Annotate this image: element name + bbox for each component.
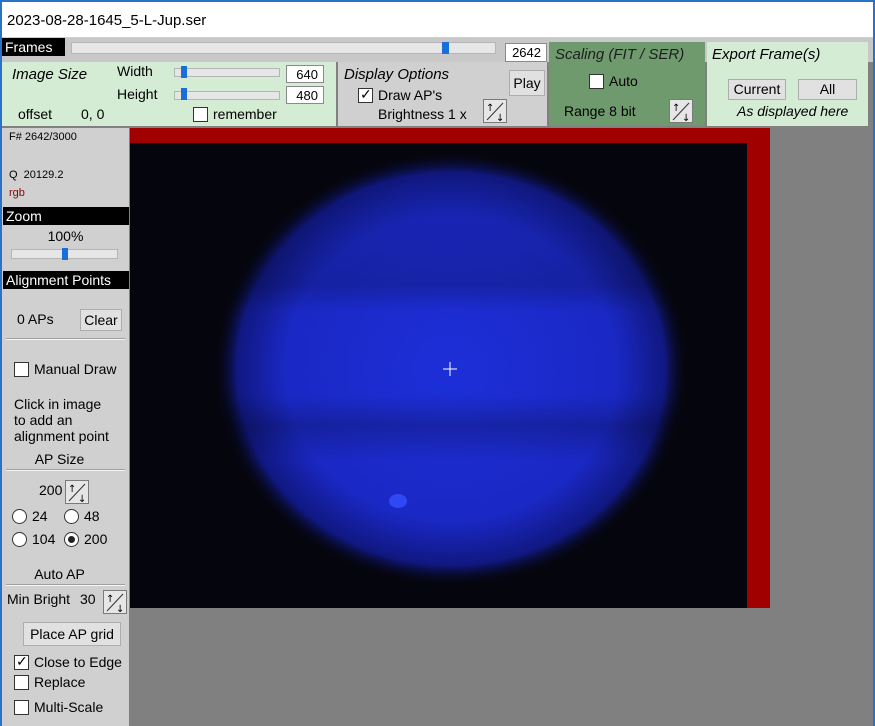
- frames-slider[interactable]: [71, 42, 496, 54]
- width-slider[interactable]: [174, 68, 280, 77]
- min-bright-value: 30: [80, 591, 96, 607]
- manual-draw-checkbox[interactable]: [14, 362, 29, 377]
- draw-aps-checkbox[interactable]: [358, 86, 373, 103]
- range-label: Range 8 bit: [564, 103, 636, 119]
- svg-text:↓: ↓: [78, 494, 86, 503]
- export-all-button[interactable]: All: [798, 79, 857, 100]
- ap-hint: Click in image to add an alignment point: [14, 396, 109, 444]
- brightness-spinner[interactable]: ↑ ↓: [483, 99, 507, 124]
- export-title: Export Frame(s): [712, 46, 821, 63]
- close-to-edge-label[interactable]: Close to Edge: [34, 654, 122, 670]
- height-slider[interactable]: [174, 91, 280, 100]
- offset-value: 0, 0: [81, 106, 105, 122]
- spin-arrows-icon: ↑↓: [672, 102, 690, 124]
- spin-arrows-icon: ↑↓: [106, 593, 124, 615]
- frame-counter: F# 2642/3000: [9, 131, 77, 143]
- remember-checkbox[interactable]: [193, 107, 208, 122]
- zoom-slider-thumb[interactable]: [61, 248, 68, 260]
- ap-size-title: AP Size: [34, 451, 85, 467]
- auto-scaling-label[interactable]: Auto: [609, 73, 638, 89]
- divider: [6, 469, 125, 471]
- frame-number-input[interactable]: 2642: [505, 43, 547, 62]
- ap-size-value: 200: [39, 482, 63, 498]
- range-spinner[interactable]: ↑ ↓: [669, 99, 693, 124]
- display-options-title: Display Options: [344, 66, 450, 83]
- export-note: As displayed here: [737, 103, 849, 119]
- svg-text:↑: ↑: [486, 103, 494, 114]
- ap-size-radio-24[interactable]: [12, 509, 27, 524]
- svg-text:↑: ↑: [672, 103, 680, 114]
- svg-text:↓: ↓: [496, 113, 504, 122]
- quality-value: Q 20129.2: [9, 169, 64, 181]
- play-button[interactable]: Play: [509, 70, 545, 96]
- draw-aps-label[interactable]: Draw AP's: [378, 87, 442, 103]
- place-ap-grid-button[interactable]: Place AP grid: [23, 622, 121, 646]
- manual-draw-label[interactable]: Manual Draw: [34, 361, 116, 377]
- height-label: Height: [117, 86, 158, 102]
- ap-size-spinner[interactable]: ↑ ↓: [65, 480, 89, 505]
- svg-text:↓: ↓: [116, 604, 124, 613]
- ap-size-radio-48[interactable]: [64, 509, 79, 524]
- width-label: Width: [117, 63, 153, 79]
- frames-label: Frames: [2, 38, 65, 56]
- svg-text:↓: ↓: [682, 113, 690, 122]
- alignment-points-title: Alignment Points: [3, 271, 129, 289]
- height-input[interactable]: 480: [286, 86, 324, 104]
- spin-arrows-icon: ↑↓: [68, 483, 86, 505]
- auto-ap-title: Auto AP: [34, 566, 85, 582]
- min-bright-spinner[interactable]: ↑ ↓: [103, 590, 127, 615]
- height-slider-thumb[interactable]: [181, 88, 187, 100]
- jupiter-image: [213, 151, 689, 587]
- ap-size-radio-200[interactable]: [64, 532, 79, 547]
- ap-count: 0 APs: [17, 311, 54, 327]
- export-current-button[interactable]: Current: [728, 79, 786, 100]
- scaling-title: Scaling (FIT / SER): [555, 46, 685, 63]
- divider: [6, 338, 125, 340]
- ap-size-option-48[interactable]: 48: [84, 508, 100, 524]
- multi-scale-checkbox[interactable]: [14, 700, 29, 715]
- ap-size-radio-104[interactable]: [12, 532, 27, 547]
- brightness-label: Brightness 1 x: [378, 106, 467, 122]
- clear-aps-button[interactable]: Clear: [80, 309, 122, 331]
- replace-label[interactable]: Replace: [34, 674, 85, 690]
- zoom-title: Zoom: [3, 207, 129, 225]
- remember-label[interactable]: remember: [213, 106, 277, 122]
- close-to-edge-checkbox[interactable]: [14, 653, 29, 670]
- offset-label: offset: [18, 106, 52, 122]
- ap-size-option-200[interactable]: 200: [84, 531, 107, 547]
- width-input[interactable]: 640: [286, 65, 324, 83]
- title-bar: 2023-08-28-1645_5-L-Jup.ser: [2, 2, 873, 38]
- multi-scale-label[interactable]: Multi-Scale: [34, 699, 103, 715]
- min-bright-label: Min Bright: [7, 591, 71, 607]
- zoom-value: 100%: [47, 228, 84, 244]
- divider: [6, 584, 125, 586]
- window-title: 2023-08-28-1645_5-L-Jup.ser: [7, 12, 207, 29]
- svg-text:↑: ↑: [68, 484, 76, 495]
- width-slider-thumb[interactable]: [181, 66, 187, 78]
- image-canvas[interactable]: [130, 143, 747, 608]
- svg-text:↑: ↑: [106, 594, 114, 605]
- replace-checkbox[interactable]: [14, 675, 29, 690]
- spin-arrows-icon: ↑↓: [486, 102, 504, 124]
- frames-slider-thumb[interactable]: [441, 42, 449, 54]
- ap-size-option-24[interactable]: 24: [32, 508, 48, 524]
- color-mode: rgb: [9, 187, 25, 199]
- image-size-title: Image Size: [12, 66, 88, 83]
- auto-scaling-checkbox[interactable]: [589, 74, 604, 89]
- ap-size-option-104[interactable]: 104: [32, 531, 55, 547]
